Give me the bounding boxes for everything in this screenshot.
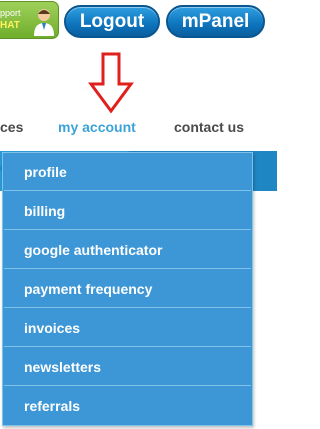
menu-item-google-authenticator[interactable]: google authenticator [4, 231, 251, 269]
menu-item-payment-frequency[interactable]: payment frequency [4, 270, 251, 308]
down-arrow-annotation-icon [88, 52, 134, 114]
live-support-chat-button[interactable]: pport HAT [0, 1, 59, 39]
chat-label: HAT [0, 20, 20, 31]
menu-item-referrals[interactable]: referrals [4, 387, 251, 425]
mpanel-button[interactable]: mPanel [166, 5, 265, 38]
menu-item-invoices[interactable]: invoices [4, 309, 251, 347]
nav-my-account[interactable]: my account [58, 119, 136, 135]
menu-item-newsletters[interactable]: newsletters [4, 348, 251, 386]
logout-button[interactable]: Logout [64, 5, 160, 38]
support-agent-icon [34, 9, 54, 36]
menu-item-profile[interactable]: profile [4, 153, 251, 191]
my-account-dropdown: profile billing google authenticator pay… [2, 152, 253, 426]
nav-services[interactable]: ces [0, 119, 23, 135]
nav-contact-us[interactable]: contact us [174, 119, 244, 135]
support-label: pport [0, 8, 21, 18]
menu-item-billing[interactable]: billing [4, 192, 251, 230]
